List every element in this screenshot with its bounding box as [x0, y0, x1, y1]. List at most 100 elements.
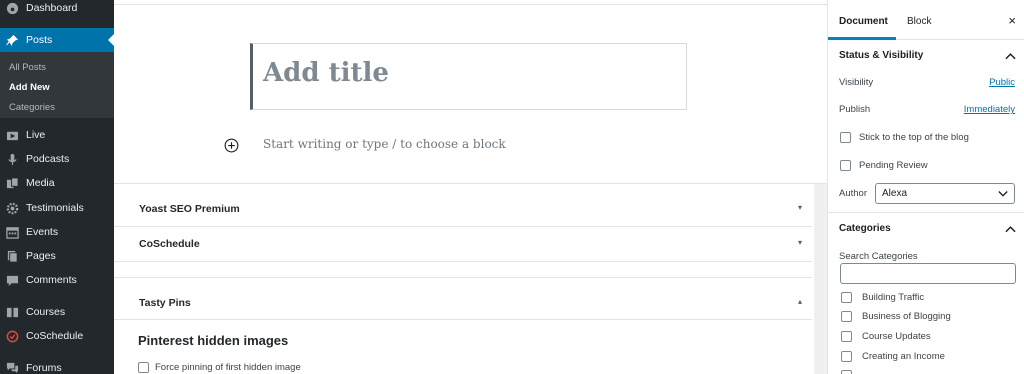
pending-review-checkbox[interactable] [840, 160, 851, 171]
tasty-pins-panel[interactable]: Tasty Pins ▴ [114, 277, 812, 320]
settings-sidebar: Document Block × Status & Visibility Vis… [827, 0, 1024, 374]
status-visibility-heading[interactable]: Status & Visibility [839, 50, 923, 61]
page-icon [6, 250, 19, 263]
visibility-label: Visibility [839, 77, 874, 88]
category-label: Creating an Income [862, 351, 945, 362]
menu-label: CoSchedule [26, 330, 84, 342]
menu-live[interactable]: Live [0, 123, 114, 147]
video-icon [6, 129, 19, 142]
menu-media[interactable]: Media [0, 171, 114, 195]
search-categories-input[interactable] [840, 263, 1016, 284]
category-checkbox[interactable] [841, 331, 852, 342]
chevron-down-icon[interactable]: ▾ [798, 203, 802, 212]
sticky-label: Stick to the top of the blog [859, 132, 969, 143]
menu-label: Dashboard [26, 2, 78, 14]
menu-coschedule[interactable]: CoSchedule [0, 324, 114, 348]
category-item-partial[interactable] [841, 370, 852, 374]
panel-divider [828, 212, 1024, 213]
block-placeholder[interactable]: Start writing or type / to choose a bloc… [263, 137, 506, 151]
meta-boxes-area: Yoast SEO Premium ▾ CoSchedule ▾ Tasty P… [114, 183, 827, 374]
posts-submenu: All Posts Add New Categories [0, 52, 114, 118]
pending-review-label: Pending Review [859, 160, 928, 171]
forums-icon [6, 362, 19, 374]
gear-icon [6, 202, 19, 215]
submenu-add-new[interactable]: Add New [9, 82, 50, 93]
admin-sidebar: Dashboard Posts All Posts Add New Catego… [0, 0, 114, 374]
pending-review-option[interactable]: Pending Review [840, 160, 928, 171]
chevron-down-icon [998, 191, 1008, 197]
force-pin-option[interactable]: Force pinning of first hidden image [138, 362, 301, 373]
category-label: Building Traffic [862, 292, 925, 303]
close-icon[interactable]: × [1008, 13, 1016, 28]
category-checkbox[interactable] [841, 311, 852, 322]
visibility-link[interactable]: Public [989, 77, 1015, 88]
yoast-panel[interactable]: Yoast SEO Premium ▾ [114, 184, 812, 227]
author-select[interactable]: Alexa [875, 183, 1015, 204]
menu-testimonials[interactable]: Testimonials [0, 196, 114, 220]
publish-date-link[interactable]: Immediately [964, 104, 1015, 115]
calendar-icon [6, 226, 19, 239]
menu-label: Posts [26, 34, 53, 46]
menu-label: Media [26, 177, 55, 189]
post-title-field[interactable]: Add title [250, 43, 687, 110]
tasty-pins-panel-title[interactable]: Tasty Pins [139, 297, 191, 309]
menu-comments[interactable]: Comments [0, 268, 114, 292]
author-label: Author [839, 188, 867, 199]
courses-icon [6, 306, 19, 319]
chevron-up-icon[interactable] [1005, 225, 1016, 233]
category-checkbox[interactable] [841, 370, 852, 374]
pinterest-hidden-images-heading: Pinterest hidden images [138, 333, 289, 348]
menu-label: Live [26, 129, 46, 141]
tab-block[interactable]: Block [907, 16, 931, 27]
sticky-option[interactable]: Stick to the top of the blog [840, 132, 969, 143]
submenu-all-posts[interactable]: All Posts [9, 62, 46, 73]
chevron-down-icon[interactable]: ▾ [798, 238, 802, 247]
active-tab-indicator [828, 37, 896, 40]
meta-scrollbar[interactable] [814, 184, 827, 374]
yoast-panel-title[interactable]: Yoast SEO Premium [139, 203, 240, 215]
dashboard-icon [6, 2, 19, 15]
category-label: Business of Blogging [862, 311, 951, 322]
chevron-up-icon[interactable]: ▴ [798, 297, 802, 306]
menu-label: Events [26, 226, 59, 238]
add-block-icon[interactable] [224, 138, 239, 153]
menu-label: Pages [26, 250, 56, 262]
media-icon [6, 176, 19, 190]
menu-events[interactable]: Events [0, 220, 114, 244]
menu-dashboard[interactable]: Dashboard [0, 0, 114, 20]
author-selected-value: Alexa [882, 188, 908, 199]
menu-courses[interactable]: Courses [0, 300, 114, 324]
category-item[interactable]: Course Updates [841, 331, 931, 342]
sticky-checkbox[interactable] [840, 132, 851, 143]
comment-icon [6, 274, 19, 287]
menu-podcasts[interactable]: Podcasts [0, 147, 114, 171]
category-item[interactable]: Creating an Income [841, 351, 945, 362]
force-pin-label: Force pinning of first hidden image [155, 362, 301, 373]
coschedule-panel[interactable]: CoSchedule ▾ [114, 227, 812, 262]
menu-pages[interactable]: Pages [0, 244, 114, 268]
chevron-up-icon[interactable] [1005, 52, 1016, 60]
tab-document[interactable]: Document [839, 16, 888, 27]
post-title-placeholder[interactable]: Add title [263, 58, 389, 88]
category-checkbox[interactable] [841, 351, 852, 362]
category-item[interactable]: Business of Blogging [841, 311, 951, 322]
category-item[interactable]: Building Traffic [841, 292, 924, 303]
menu-forums[interactable]: Forums [0, 356, 114, 374]
category-label: Course Updates [862, 331, 931, 342]
coschedule-panel-title[interactable]: CoSchedule [139, 238, 200, 250]
toolbar-divider [114, 4, 827, 5]
menu-label: Courses [26, 306, 66, 318]
menu-label: Comments [26, 274, 77, 286]
pin-icon [6, 34, 19, 47]
categories-heading[interactable]: Categories [839, 223, 891, 234]
category-checkbox[interactable] [841, 292, 852, 303]
menu-label: Forums [26, 362, 62, 374]
force-pin-checkbox[interactable] [138, 362, 149, 373]
coschedule-icon [6, 330, 19, 343]
menu-posts[interactable]: Posts [0, 28, 114, 52]
block-editor: Add title Start writing or type / to cho… [114, 0, 827, 374]
search-categories-label: Search Categories [839, 251, 918, 262]
menu-label: Podcasts [26, 153, 70, 165]
submenu-categories[interactable]: Categories [9, 102, 55, 113]
menu-label: Testimonials [26, 202, 84, 214]
